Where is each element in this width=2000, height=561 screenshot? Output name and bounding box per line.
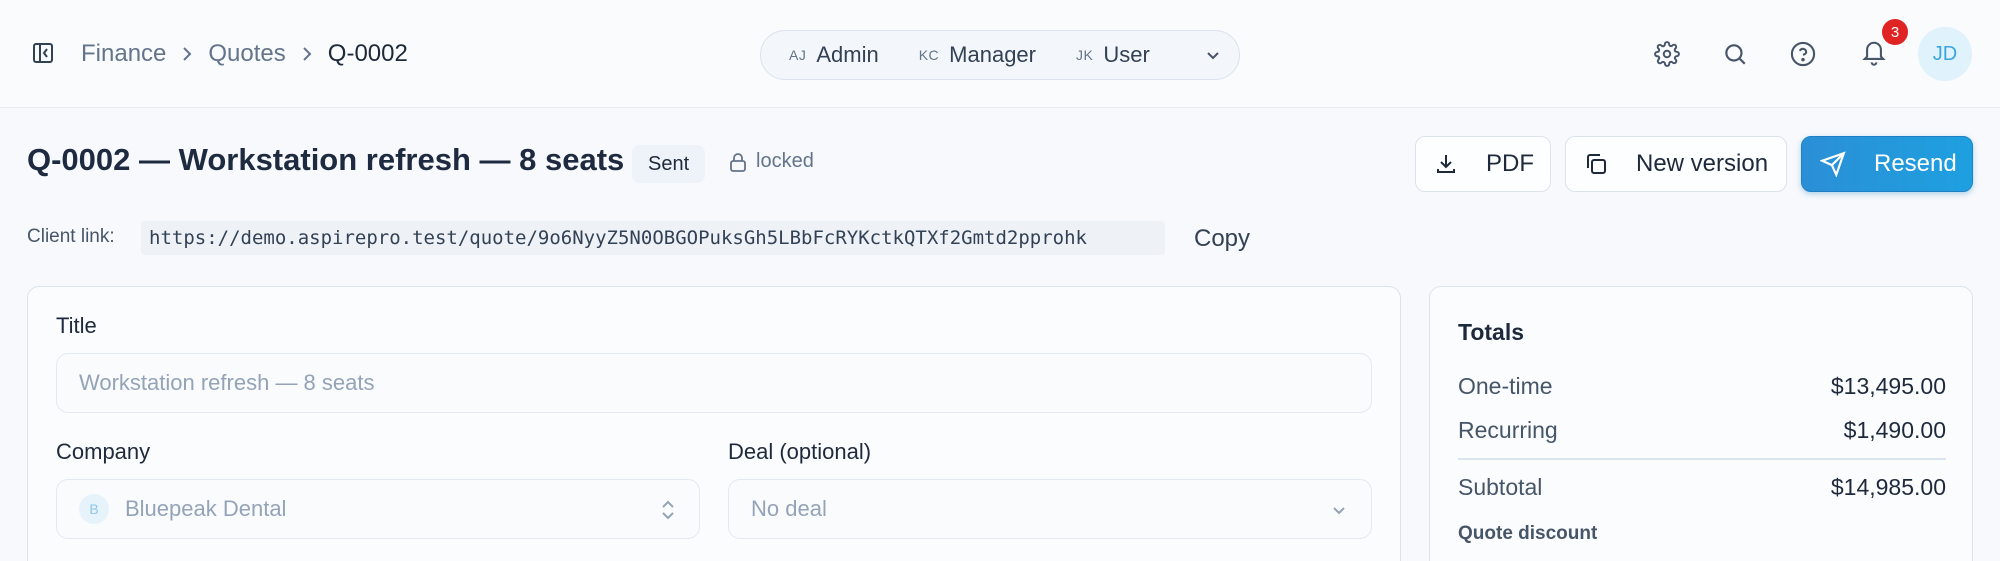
breadcrumb-quotes[interactable]: Quotes: [208, 40, 285, 68]
totals-heading: Totals: [1458, 319, 1525, 345]
notification-badge: 3: [1882, 19, 1908, 45]
company-avatar: B: [79, 494, 109, 524]
recurring-label: Recurring: [1458, 417, 1558, 443]
quote-form-card: Title Workstation refresh — 8 seats Comp…: [27, 286, 1401, 561]
page-title: Q-0002 — Workstation refresh — 8 seats: [27, 142, 625, 177]
recurring-value: $1,490.00: [1843, 417, 1946, 443]
chevron-right-icon: [286, 46, 328, 62]
deal-label: Deal (optional): [728, 439, 872, 464]
send-icon: [1820, 151, 1846, 177]
status-badge: Sent: [632, 145, 706, 183]
role-admin[interactable]: AJ Admin: [789, 42, 879, 68]
chevron-up-down-icon: [662, 500, 674, 520]
role-manager[interactable]: KC Manager: [919, 42, 1036, 68]
role-user[interactable]: JK User: [1076, 42, 1150, 68]
pdf-button[interactable]: PDF: [1415, 136, 1551, 192]
role-label: Manager: [949, 42, 1036, 67]
gear-icon[interactable]: [1652, 39, 1682, 69]
subtotal-label: Subtotal: [1458, 474, 1543, 500]
lock-icon: [730, 152, 746, 172]
role-initials: KC: [918, 47, 940, 63]
title-value: Workstation refresh — 8 seats: [79, 370, 375, 395]
role-initials: AJ: [789, 47, 807, 63]
bell-icon[interactable]: [1859, 37, 1889, 67]
top-bar: Finance Quotes Q-0002 AJ Admin KC Manage…: [0, 0, 2000, 108]
sidebar-toggle-icon[interactable]: [32, 42, 54, 64]
breadcrumb-current: Q-0002: [327, 40, 408, 67]
client-link-label: Client link:: [27, 226, 115, 247]
subtotal-value: $14,985.00: [1830, 474, 1946, 500]
one-time-value: $13,495.00: [1830, 373, 1946, 399]
avatar[interactable]: JD: [1918, 27, 1972, 81]
lock-label: locked: [756, 150, 814, 172]
role-label: User: [1103, 42, 1150, 67]
download-icon: [1437, 155, 1455, 173]
deal-value: No deal: [751, 496, 827, 521]
totals-divider: [1458, 458, 1946, 460]
quote-discount-label: Quote discount: [1458, 523, 1598, 544]
one-time-label: One-time: [1458, 373, 1553, 399]
role-label: Admin: [816, 42, 879, 67]
chevron-down-icon[interactable]: [1203, 45, 1223, 70]
search-icon[interactable]: [1720, 39, 1750, 69]
title-label: Title: [56, 313, 97, 338]
pdf-label: PDF: [1486, 150, 1534, 177]
breadcrumb: Finance Quotes Q-0002: [81, 38, 408, 70]
company-value: Bluepeak Dental: [125, 496, 287, 521]
totals-card: Totals One-time $13,495.00 Recurring $1,…: [1429, 286, 1973, 561]
new-version-button[interactable]: New version: [1565, 136, 1787, 192]
company-label: Company: [56, 439, 151, 464]
copy-link-button[interactable]: Copy: [1194, 225, 1250, 253]
client-link-url[interactable]: https://demo.aspirepro.test/quote/9o6Nyy…: [141, 221, 1165, 255]
total-row-recurring: Recurring $1,490.00: [1458, 417, 1946, 444]
total-row-one-time: One-time $13,495.00: [1458, 373, 1946, 400]
resend-button[interactable]: Resend: [1801, 136, 1973, 192]
help-icon[interactable]: [1788, 39, 1818, 69]
chevron-down-icon: [1333, 507, 1345, 515]
title-field[interactable]: Workstation refresh — 8 seats: [56, 353, 1372, 413]
copy-icon: [1587, 154, 1606, 174]
role-switcher[interactable]: AJ Admin KC Manager JK User: [760, 30, 1240, 80]
company-select[interactable]: B Bluepeak Dental: [56, 479, 700, 539]
lock-status: locked: [728, 150, 814, 173]
role-initials: JK: [1076, 47, 1094, 63]
deal-select[interactable]: No deal: [728, 479, 1372, 539]
resend-label: Resend: [1874, 150, 1957, 177]
total-row-subtotal: Subtotal $14,985.00: [1458, 474, 1946, 501]
new-version-label: New version: [1636, 150, 1769, 177]
chevron-right-icon: [166, 46, 208, 62]
breadcrumb-finance[interactable]: Finance: [81, 40, 166, 68]
